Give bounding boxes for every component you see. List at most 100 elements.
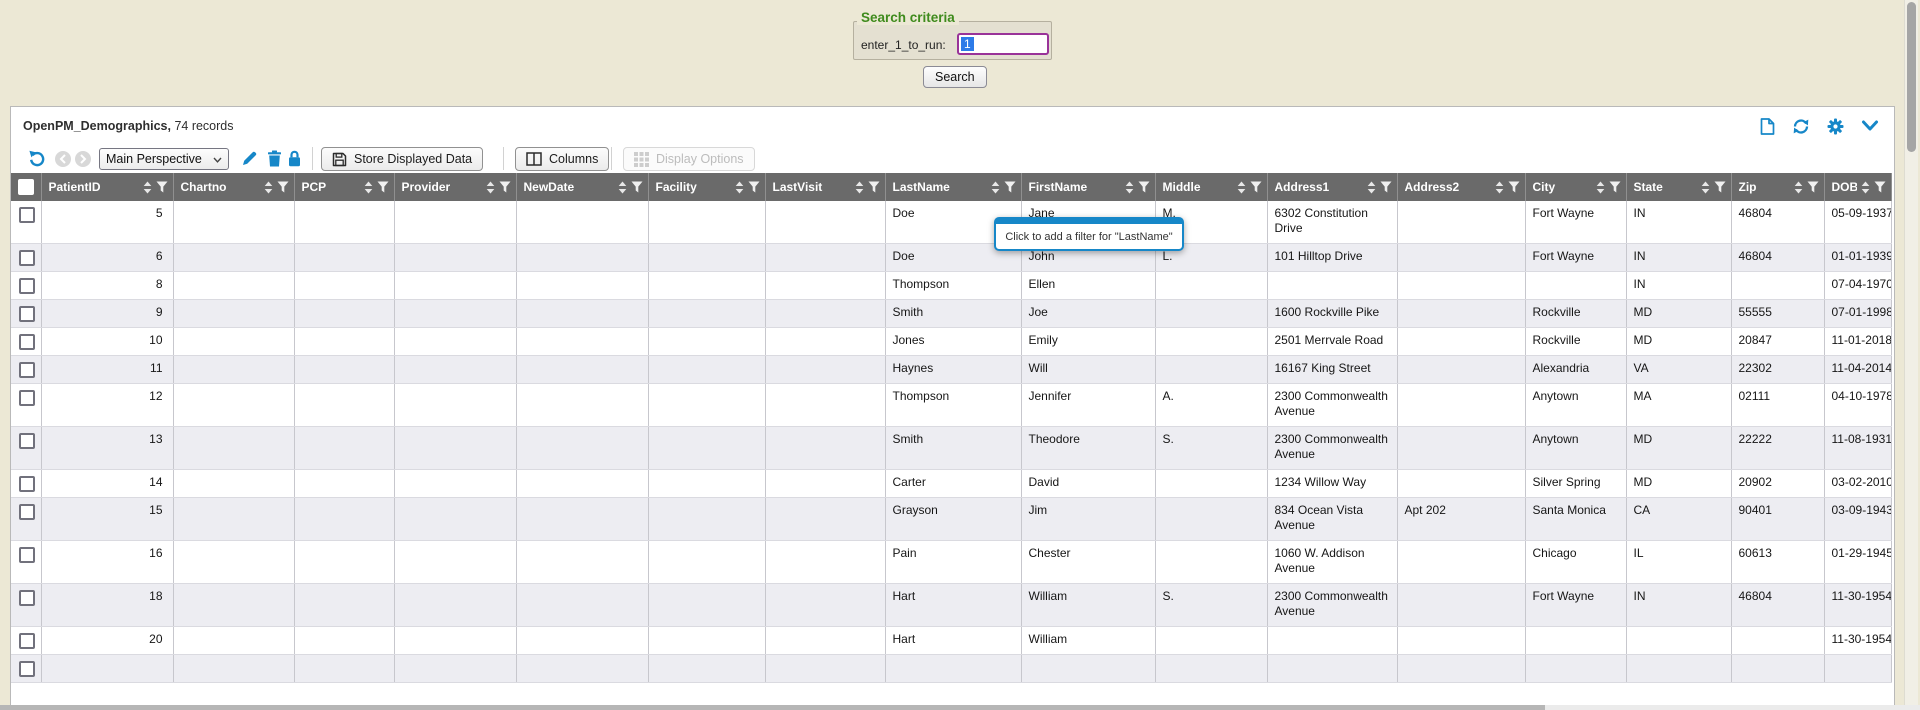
row-checkbox[interactable]: [19, 390, 35, 406]
vertical-scrollbar-thumb[interactable]: [1907, 2, 1916, 152]
sort-icon[interactable]: [1596, 181, 1605, 194]
toolbar-separator: [312, 147, 313, 170]
columns-button[interactable]: Columns: [515, 147, 609, 171]
previous-icon[interactable]: [55, 151, 71, 167]
store-displayed-data-button[interactable]: Store Displayed Data: [321, 147, 483, 171]
row-checkbox[interactable]: [19, 334, 35, 350]
cell-middle: [1155, 356, 1267, 384]
results-panel: OpenPM_Demographics, 74 records Main Per…: [10, 106, 1895, 710]
search-input[interactable]: 1: [957, 33, 1049, 55]
column-header-city[interactable]: City: [1525, 173, 1626, 201]
column-header-facility[interactable]: Facility: [648, 173, 765, 201]
sort-icon[interactable]: [618, 181, 627, 194]
sort-icon[interactable]: [1125, 181, 1134, 194]
sort-icon[interactable]: [991, 181, 1000, 194]
column-header-address1[interactable]: Address1: [1267, 173, 1397, 201]
lock-icon[interactable]: [287, 150, 302, 167]
sort-icon[interactable]: [1367, 181, 1376, 194]
cell-patientid: [41, 655, 173, 683]
cell-address2: [1397, 356, 1525, 384]
filter-icon[interactable]: [631, 181, 643, 193]
sort-icon[interactable]: [364, 181, 373, 194]
sort-icon[interactable]: [735, 181, 744, 194]
filter-icon[interactable]: [1714, 181, 1726, 193]
trash-icon[interactable]: [267, 150, 282, 167]
row-checkbox[interactable]: [19, 476, 35, 492]
sort-icon[interactable]: [143, 181, 152, 194]
row-checkbox[interactable]: [19, 433, 35, 449]
column-label: FirstName: [1029, 180, 1121, 194]
column-header-lastname[interactable]: LastName: [885, 173, 1021, 201]
cell-firstname: David: [1021, 470, 1155, 498]
sort-icon[interactable]: [486, 181, 495, 194]
filter-icon[interactable]: [1807, 181, 1819, 193]
sort-icon[interactable]: [1237, 181, 1246, 194]
filter-icon[interactable]: [1138, 181, 1150, 193]
row-checkbox[interactable]: [19, 306, 35, 322]
column-header-newdate[interactable]: NewDate: [516, 173, 648, 201]
filter-icon[interactable]: [1874, 181, 1886, 193]
column-header-state[interactable]: State: [1626, 173, 1731, 201]
select-all-checkbox[interactable]: [11, 173, 41, 201]
collapse-chevron-icon[interactable]: [1861, 120, 1879, 132]
settings-gear-icon[interactable]: [1827, 118, 1844, 135]
column-header-firstname[interactable]: FirstName: [1021, 173, 1155, 201]
cell-pcp: [294, 470, 394, 498]
column-header-chartno[interactable]: Chartno: [173, 173, 294, 201]
cell-pcp: [294, 384, 394, 427]
column-header-address2[interactable]: Address2: [1397, 173, 1525, 201]
sort-icon[interactable]: [1794, 181, 1803, 194]
column-header-middle[interactable]: Middle: [1155, 173, 1267, 201]
horizontal-scrollbar-thumb[interactable]: [0, 705, 1545, 710]
filter-icon[interactable]: [377, 181, 389, 193]
horizontal-scrollbar[interactable]: [0, 705, 1920, 710]
column-header-lastvisit[interactable]: LastVisit: [765, 173, 885, 201]
filter-icon[interactable]: [499, 181, 511, 193]
row-checkbox[interactable]: [19, 547, 35, 563]
next-icon[interactable]: [75, 151, 91, 167]
checkbox-icon[interactable]: [18, 179, 34, 195]
filter-icon[interactable]: [277, 181, 289, 193]
perspective-select[interactable]: Main Perspective: [99, 148, 229, 170]
filter-icon[interactable]: [748, 181, 760, 193]
column-header-patientid[interactable]: PatientID: [41, 173, 173, 201]
cell-lastvisit: [765, 384, 885, 427]
sort-icon[interactable]: [855, 181, 864, 194]
row-checkbox[interactable]: [19, 504, 35, 520]
undo-icon[interactable]: [28, 149, 46, 167]
search-button[interactable]: Search: [923, 66, 987, 88]
filter-icon[interactable]: [1250, 181, 1262, 193]
column-header-dob[interactable]: DOB: [1824, 173, 1891, 201]
row-checkbox[interactable]: [19, 278, 35, 294]
sort-icon[interactable]: [1861, 181, 1870, 194]
filter-icon[interactable]: [868, 181, 880, 193]
row-checkbox[interactable]: [19, 633, 35, 649]
row-checkbox[interactable]: [19, 362, 35, 378]
edit-pencil-icon[interactable]: [241, 150, 258, 167]
filter-icon[interactable]: [156, 181, 168, 193]
column-header-zip[interactable]: Zip: [1731, 173, 1824, 201]
cell-provider: [394, 627, 516, 655]
row-checkbox[interactable]: [19, 590, 35, 606]
column-label: Facility: [656, 180, 731, 194]
new-document-icon[interactable]: [1760, 118, 1775, 135]
cell-newdate: [516, 470, 648, 498]
sort-icon[interactable]: [1701, 181, 1710, 194]
filter-icon[interactable]: [1004, 181, 1016, 193]
column-label: PatientID: [49, 180, 139, 194]
filter-icon[interactable]: [1508, 181, 1520, 193]
row-checkbox[interactable]: [19, 207, 35, 223]
column-header-pcp[interactable]: PCP: [294, 173, 394, 201]
filter-icon[interactable]: [1380, 181, 1392, 193]
column-header-provider[interactable]: Provider: [394, 173, 516, 201]
vertical-scrollbar[interactable]: [1904, 0, 1918, 710]
sort-icon[interactable]: [1495, 181, 1504, 194]
cell-address1: 2300 Commonwealth Avenue: [1267, 384, 1397, 427]
cell-state: IN: [1626, 272, 1731, 300]
refresh-icon[interactable]: [1792, 118, 1810, 135]
cell-lastvisit: [765, 627, 885, 655]
row-checkbox[interactable]: [19, 250, 35, 266]
sort-icon[interactable]: [264, 181, 273, 194]
row-checkbox[interactable]: [19, 661, 35, 677]
filter-icon[interactable]: [1609, 181, 1621, 193]
